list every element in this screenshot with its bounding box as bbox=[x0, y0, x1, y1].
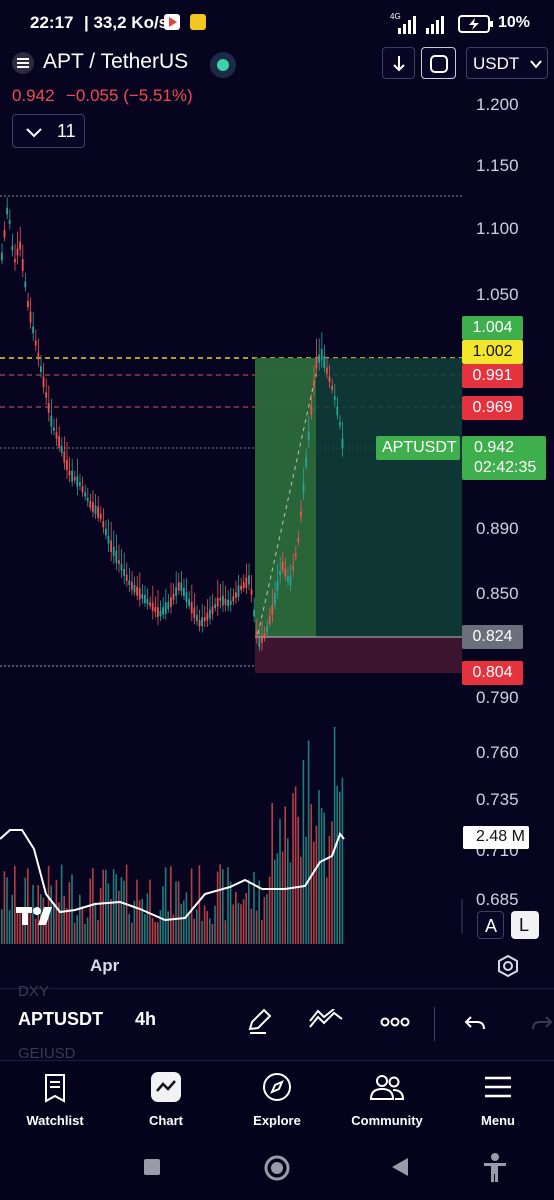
candle-countdown: 02:42:35 bbox=[474, 459, 537, 476]
hamburger-menu-icon bbox=[485, 1076, 511, 1098]
compass-icon bbox=[263, 1073, 291, 1101]
entry-price-label: 1.002 bbox=[462, 340, 523, 364]
log-scale-button[interactable]: L bbox=[511, 911, 539, 939]
undo-icon[interactable] bbox=[463, 1013, 487, 1033]
signal-icon bbox=[398, 16, 444, 34]
tradingview-logo-icon bbox=[16, 907, 52, 925]
auto-scale-button[interactable]: A bbox=[477, 911, 504, 939]
symbol-price-tag: APTUSDT bbox=[376, 436, 460, 460]
pencil-icon[interactable] bbox=[246, 1007, 274, 1035]
price-tick: 0.890 bbox=[476, 519, 519, 538]
current-price-label: 0.942 02:42:35 bbox=[462, 436, 546, 480]
price-tick: 0.735 bbox=[476, 790, 519, 809]
watchlist-icon bbox=[45, 1074, 65, 1103]
price-tick: 1.200 bbox=[476, 95, 519, 114]
nav-menu[interactable]: Menu bbox=[443, 1061, 553, 1151]
bottom-toolbar: DXY APTUSDT 4h GEIUSD bbox=[0, 983, 554, 1062]
watchlist-peek-item: DXY bbox=[18, 983, 49, 1000]
time-axis-label: Apr bbox=[90, 956, 120, 975]
price-tick: 1.100 bbox=[476, 219, 519, 238]
price-tick: 0.790 bbox=[476, 688, 519, 707]
stop-price-label: 0.804 bbox=[462, 661, 523, 685]
chart-area[interactable]: APT / TetherUS 0.942 −0.055 (−5.51%) 11 … bbox=[0, 44, 554, 988]
chart-icon bbox=[151, 1072, 181, 1102]
level-1-price-label: 0.991 bbox=[462, 364, 523, 388]
back-button[interactable] bbox=[390, 1156, 410, 1178]
play-store-icon bbox=[164, 14, 180, 30]
volume-label: 2.48 M bbox=[463, 826, 529, 849]
price-tick: 0.850 bbox=[476, 584, 519, 603]
price-tick: 1.150 bbox=[476, 156, 519, 175]
app-navigation: Watchlist Chart Explore Community Menu bbox=[0, 1060, 554, 1151]
stop-top-price-label: 0.824 bbox=[462, 625, 523, 649]
target-price-label: 1.004 bbox=[462, 316, 523, 340]
nav-explore[interactable]: Explore bbox=[222, 1061, 332, 1151]
nav-chart[interactable]: Chart bbox=[111, 1061, 221, 1151]
battery-percent: 10% bbox=[498, 14, 531, 31]
battery-icon bbox=[458, 15, 493, 33]
price-tick: 0.760 bbox=[476, 743, 519, 762]
accessibility-icon[interactable] bbox=[482, 1152, 508, 1184]
status-bar: 22:17 | 33,2 Ko/s 4G 10% bbox=[0, 0, 554, 44]
community-icon bbox=[369, 1075, 405, 1100]
nav-watchlist[interactable]: Watchlist bbox=[0, 1061, 110, 1151]
app-notification-icon bbox=[190, 14, 206, 30]
indicators-icon[interactable] bbox=[308, 1009, 346, 1031]
chart-settings-icon[interactable] bbox=[496, 954, 520, 978]
nav-community[interactable]: Community bbox=[332, 1061, 442, 1151]
level-2-price-label: 0.969 bbox=[462, 396, 523, 420]
home-button[interactable] bbox=[263, 1154, 291, 1182]
recent-apps-button[interactable] bbox=[144, 1159, 160, 1175]
toolbar-symbol[interactable]: APTUSDT bbox=[18, 1009, 103, 1030]
price-tick: 0.685 bbox=[476, 890, 519, 909]
toolbar-interval[interactable]: 4h bbox=[135, 1009, 156, 1030]
clock: 22:17 bbox=[30, 13, 74, 32]
redo-icon[interactable] bbox=[532, 1013, 554, 1033]
more-icon[interactable] bbox=[380, 1017, 410, 1027]
network-speed: | 33,2 Ko/s bbox=[84, 13, 169, 32]
price-tick: 1.050 bbox=[476, 285, 519, 304]
system-navigation-bar bbox=[0, 1150, 554, 1200]
